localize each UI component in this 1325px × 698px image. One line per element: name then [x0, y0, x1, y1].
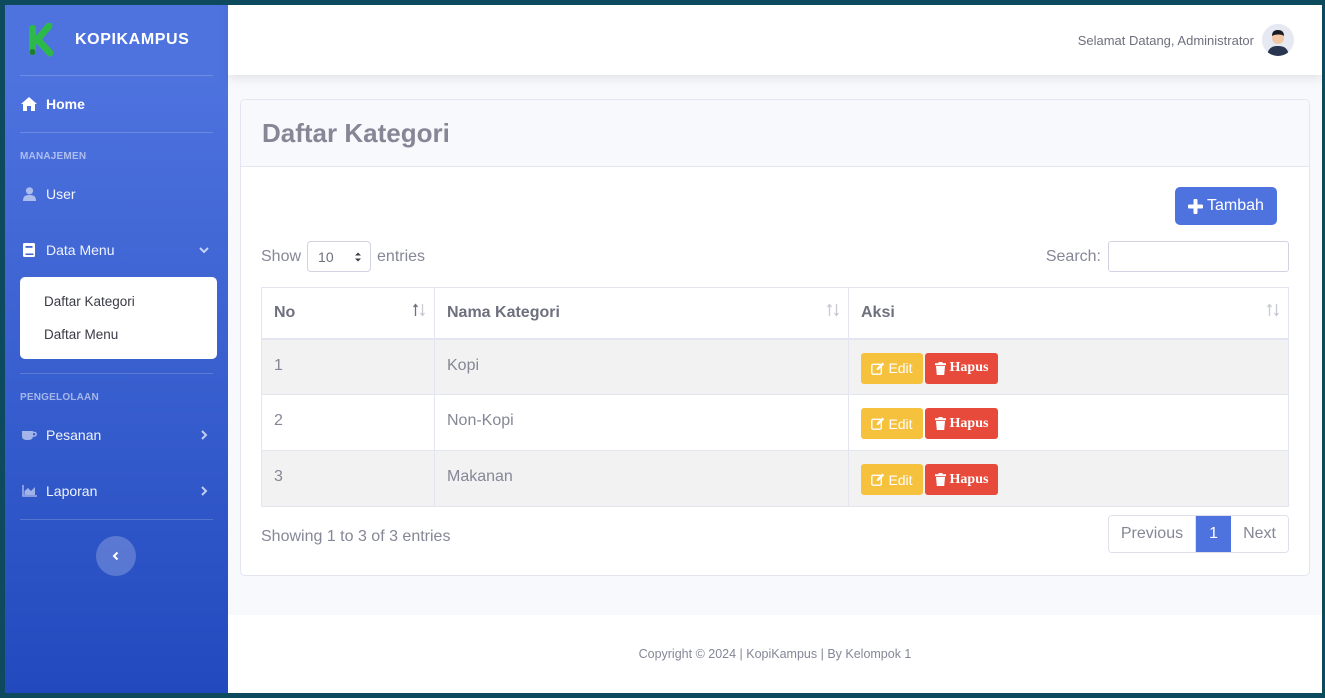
- column-header-no[interactable]: No: [261, 287, 435, 340]
- add-category-button[interactable]: Tambah: [1175, 187, 1277, 225]
- cell-no: 2: [261, 394, 435, 451]
- cell-nama-kategori: Makanan: [434, 450, 849, 507]
- delete-button[interactable]: Hapus: [925, 408, 998, 439]
- edit-button[interactable]: Edit: [861, 352, 923, 384]
- home-icon: [21, 96, 37, 112]
- search-input[interactable]: [1108, 241, 1289, 272]
- column-header-label: Aksi: [861, 303, 895, 321]
- table-header-row: No Nama Kategori Aksi: [261, 287, 1289, 340]
- card-header: Daftar Kategori: [241, 100, 1309, 167]
- sidebar-item-label: Data Menu: [46, 242, 115, 258]
- cell-nama-kategori: Non-Kopi: [434, 394, 849, 451]
- sidebar-item-user[interactable]: User: [5, 177, 228, 211]
- sidebar-item-pesanan[interactable]: Pesanan: [5, 418, 228, 452]
- column-header-label: Nama Kategori: [447, 303, 560, 321]
- area-chart-icon: [21, 483, 37, 499]
- sidebar-item-label: Laporan: [46, 483, 98, 499]
- user-avatar-icon: [1262, 24, 1294, 56]
- show-label: Show: [261, 247, 302, 265]
- sidebar-item-laporan[interactable]: Laporan: [5, 474, 228, 508]
- welcome-text[interactable]: Selamat Datang, Administrator: [1078, 33, 1254, 48]
- submenu-item-daftar-kategori[interactable]: Daftar Kategori: [20, 285, 217, 318]
- search-label: Search:: [1045, 247, 1101, 265]
- column-header-nama-kategori[interactable]: Nama Kategori: [434, 287, 849, 340]
- page-length-select[interactable]: 10: [307, 241, 372, 272]
- avatar[interactable]: [1262, 24, 1294, 56]
- table-info: Showing 1 to 3 of 3 entries: [261, 528, 451, 545]
- edit-icon: [871, 473, 885, 486]
- pagination-page-button[interactable]: 1: [1196, 516, 1232, 552]
- trash-icon: [934, 417, 946, 430]
- sidebar-heading-manajemen: MANAJEMEN: [20, 151, 87, 162]
- chevron-right-icon: [201, 430, 208, 440]
- trash-icon: [934, 473, 946, 486]
- add-button-label: Tambah: [1207, 197, 1264, 214]
- chevron-right-icon: [201, 486, 208, 496]
- delete-label: Hapus: [949, 415, 989, 431]
- delete-button[interactable]: Hapus: [925, 464, 998, 495]
- edit-label: Edit: [888, 471, 913, 488]
- sidebar-item-label: Pesanan: [46, 427, 102, 443]
- brand[interactable]: KOPIKAMPUS: [5, 5, 228, 75]
- delete-button[interactable]: Hapus: [925, 352, 998, 384]
- sort-icon: [826, 303, 840, 317]
- column-header-label: No: [274, 303, 296, 321]
- coffee-cup-icon: [21, 427, 37, 443]
- cell-no: 3: [261, 450, 435, 507]
- cell-aksi: Edit Hapus: [848, 450, 1289, 507]
- plus-icon: [1188, 198, 1204, 214]
- page-title: Daftar Kategori: [262, 117, 450, 148]
- cell-no: 1: [261, 338, 435, 395]
- sidebar-item-label: User: [46, 186, 76, 202]
- sidebar-item-home[interactable]: Home: [5, 76, 228, 132]
- chevron-down-icon: [199, 247, 209, 254]
- pagination: Previous 1 Next: [1107, 515, 1289, 553]
- edit-icon: [871, 362, 885, 375]
- cell-aksi: Edit Hapus: [848, 338, 1289, 395]
- copyright-text: Copyright © 2024 | KopiKampus | By Kelom…: [638, 647, 912, 661]
- page-length-control: Show 10 entries: [261, 241, 425, 272]
- entries-label: entries: [377, 247, 426, 265]
- select-arrows-icon: [355, 252, 362, 262]
- delete-label: Hapus: [949, 471, 989, 487]
- book-icon: [21, 242, 37, 258]
- edit-button[interactable]: Edit: [861, 408, 923, 439]
- sidebar-heading-pengelolaan: PENGELOLAAN: [20, 392, 99, 403]
- delete-label: Hapus: [949, 360, 989, 375]
- cell-nama-kategori: Kopi: [434, 338, 849, 395]
- column-header-aksi[interactable]: Aksi: [848, 287, 1289, 340]
- category-card: Daftar Kategori Tambah Show 10 entries S…: [240, 99, 1310, 576]
- sidebar-divider: [20, 519, 213, 520]
- sort-icon: [1266, 303, 1280, 317]
- edit-label: Edit: [888, 360, 913, 376]
- pagination-previous-button[interactable]: Previous: [1108, 516, 1197, 552]
- sidebar-toggle-button[interactable]: [95, 536, 136, 576]
- topbar: Selamat Datang, Administrator: [228, 5, 1322, 75]
- sort-icon: [412, 303, 426, 317]
- app-window: KOPIKAMPUS Home MANAJEMEN User Data Menu: [5, 5, 1322, 693]
- trash-icon: [934, 361, 946, 375]
- table-search: Search:: [1046, 241, 1289, 272]
- pagination-next-button[interactable]: Next: [1231, 516, 1288, 552]
- footer: Copyright © 2024 | KopiKampus | By Kelom…: [228, 615, 1322, 693]
- edit-button[interactable]: Edit: [861, 464, 923, 495]
- category-table: No Nama Kategori Aksi 1 Kopi Edit Hapus …: [261, 287, 1289, 507]
- sidebar-item-data-menu[interactable]: Data Menu: [5, 233, 228, 267]
- sidebar-item-label: Home: [46, 96, 85, 112]
- table-row: 3 Makanan Edit Hapus: [261, 450, 1289, 507]
- table-row: 1 Kopi Edit Hapus: [261, 338, 1289, 395]
- data-menu-submenu: Daftar Kategori Daftar Menu: [20, 277, 217, 359]
- table-row: 2 Non-Kopi Edit Hapus: [261, 394, 1289, 451]
- edit-label: Edit: [888, 415, 913, 432]
- user-icon: [21, 186, 37, 202]
- brand-name: KOPIKAMPUS: [75, 31, 190, 48]
- submenu-item-daftar-menu[interactable]: Daftar Menu: [20, 318, 217, 351]
- page-length-value: 10: [318, 248, 334, 265]
- kopikampus-logo-icon: [29, 23, 54, 57]
- edit-icon: [871, 417, 885, 430]
- sidebar: KOPIKAMPUS Home MANAJEMEN User Data Menu: [5, 5, 228, 693]
- cell-aksi: Edit Hapus: [848, 394, 1289, 451]
- chevron-left-icon: [112, 551, 118, 561]
